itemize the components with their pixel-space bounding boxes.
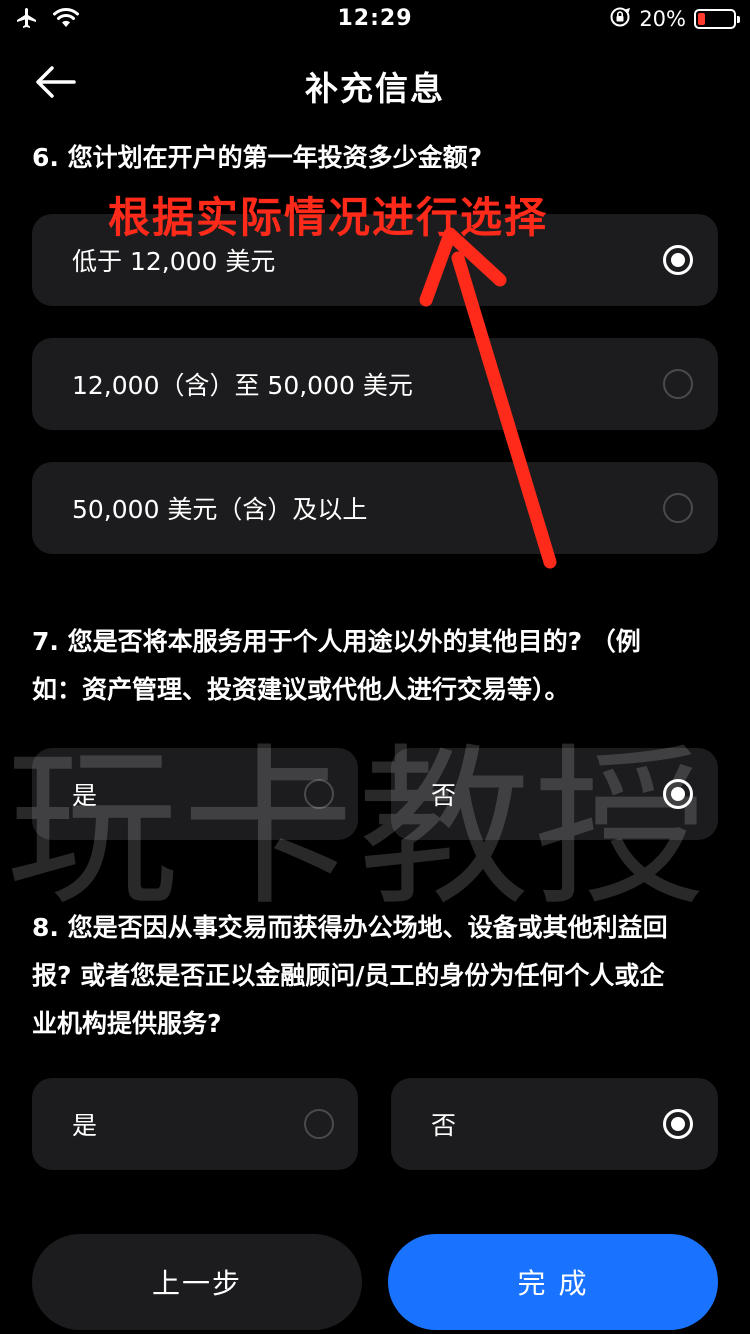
- q6-option-2-label: 12,000（含）至 50,000 美元: [72, 371, 413, 400]
- question-8-title: 8. 您是否因从事交易而获得办公场地、设备或其他利益回 报? 或者您是否正以金融…: [32, 904, 722, 1048]
- q6-option-3-label: 50,000 美元（含）及以上: [72, 495, 368, 524]
- q7-option-yes[interactable]: 是: [32, 748, 358, 840]
- page-title: 补充信息: [305, 69, 445, 108]
- q8-option-no-label: 否: [431, 1111, 457, 1140]
- radio-checked-icon[interactable]: [663, 779, 693, 809]
- q6-option-3[interactable]: 50,000 美元（含）及以上: [32, 462, 718, 554]
- radio-unchecked-icon[interactable]: [304, 1109, 334, 1139]
- question-6-title: 6. 您计划在开户的第一年投资多少金额?: [32, 143, 483, 172]
- question-8-title-line-1: 8. 您是否因从事交易而获得办公场地、设备或其他利益回: [32, 913, 668, 942]
- question-7-title-line-1: 7. 您是否将本服务用于个人用途以外的其他目的? （例: [32, 627, 641, 656]
- q8-option-yes[interactable]: 是: [32, 1078, 358, 1170]
- finish-button[interactable]: 完 成: [388, 1234, 718, 1330]
- previous-step-button[interactable]: 上一步: [32, 1234, 362, 1330]
- q8-option-yes-label: 是: [72, 1111, 98, 1140]
- question-7-title: 7. 您是否将本服务用于个人用途以外的其他目的? （例 如：资产管理、投资建议或…: [32, 618, 722, 714]
- radio-unchecked-icon[interactable]: [663, 493, 693, 523]
- battery-icon: [694, 9, 740, 29]
- annotation-text: 根据实际情况进行选择: [108, 193, 549, 242]
- battery-percentage: 20%: [639, 7, 686, 31]
- question-8-title-line-2: 报? 或者您是否正以金融顾问/员工的身份为任何个人或企: [32, 961, 665, 990]
- battery-level-fill: [698, 13, 705, 25]
- q6-option-2[interactable]: 12,000（含）至 50,000 美元: [32, 338, 718, 430]
- radio-unchecked-icon[interactable]: [663, 369, 693, 399]
- q7-option-no[interactable]: 否: [391, 748, 718, 840]
- q7-option-yes-label: 是: [72, 781, 98, 810]
- q7-option-no-label: 否: [431, 781, 457, 810]
- radio-checked-icon[interactable]: [663, 245, 693, 275]
- q8-option-no[interactable]: 否: [391, 1078, 718, 1170]
- question-8-title-line-3: 业机构提供服务?: [32, 1009, 222, 1038]
- status-bar-right: 20%: [609, 6, 740, 32]
- radio-checked-icon[interactable]: [663, 1109, 693, 1139]
- rotation-lock-icon: [609, 6, 631, 32]
- nav-bar: 补充信息: [0, 40, 750, 128]
- question-7-title-line-2: 如：资产管理、投资建议或代他人进行交易等）。: [32, 675, 570, 704]
- q6-option-1-label: 低于 12,000 美元: [72, 247, 276, 276]
- radio-unchecked-icon[interactable]: [304, 779, 334, 809]
- status-bar: 12:29 20%: [0, 0, 750, 40]
